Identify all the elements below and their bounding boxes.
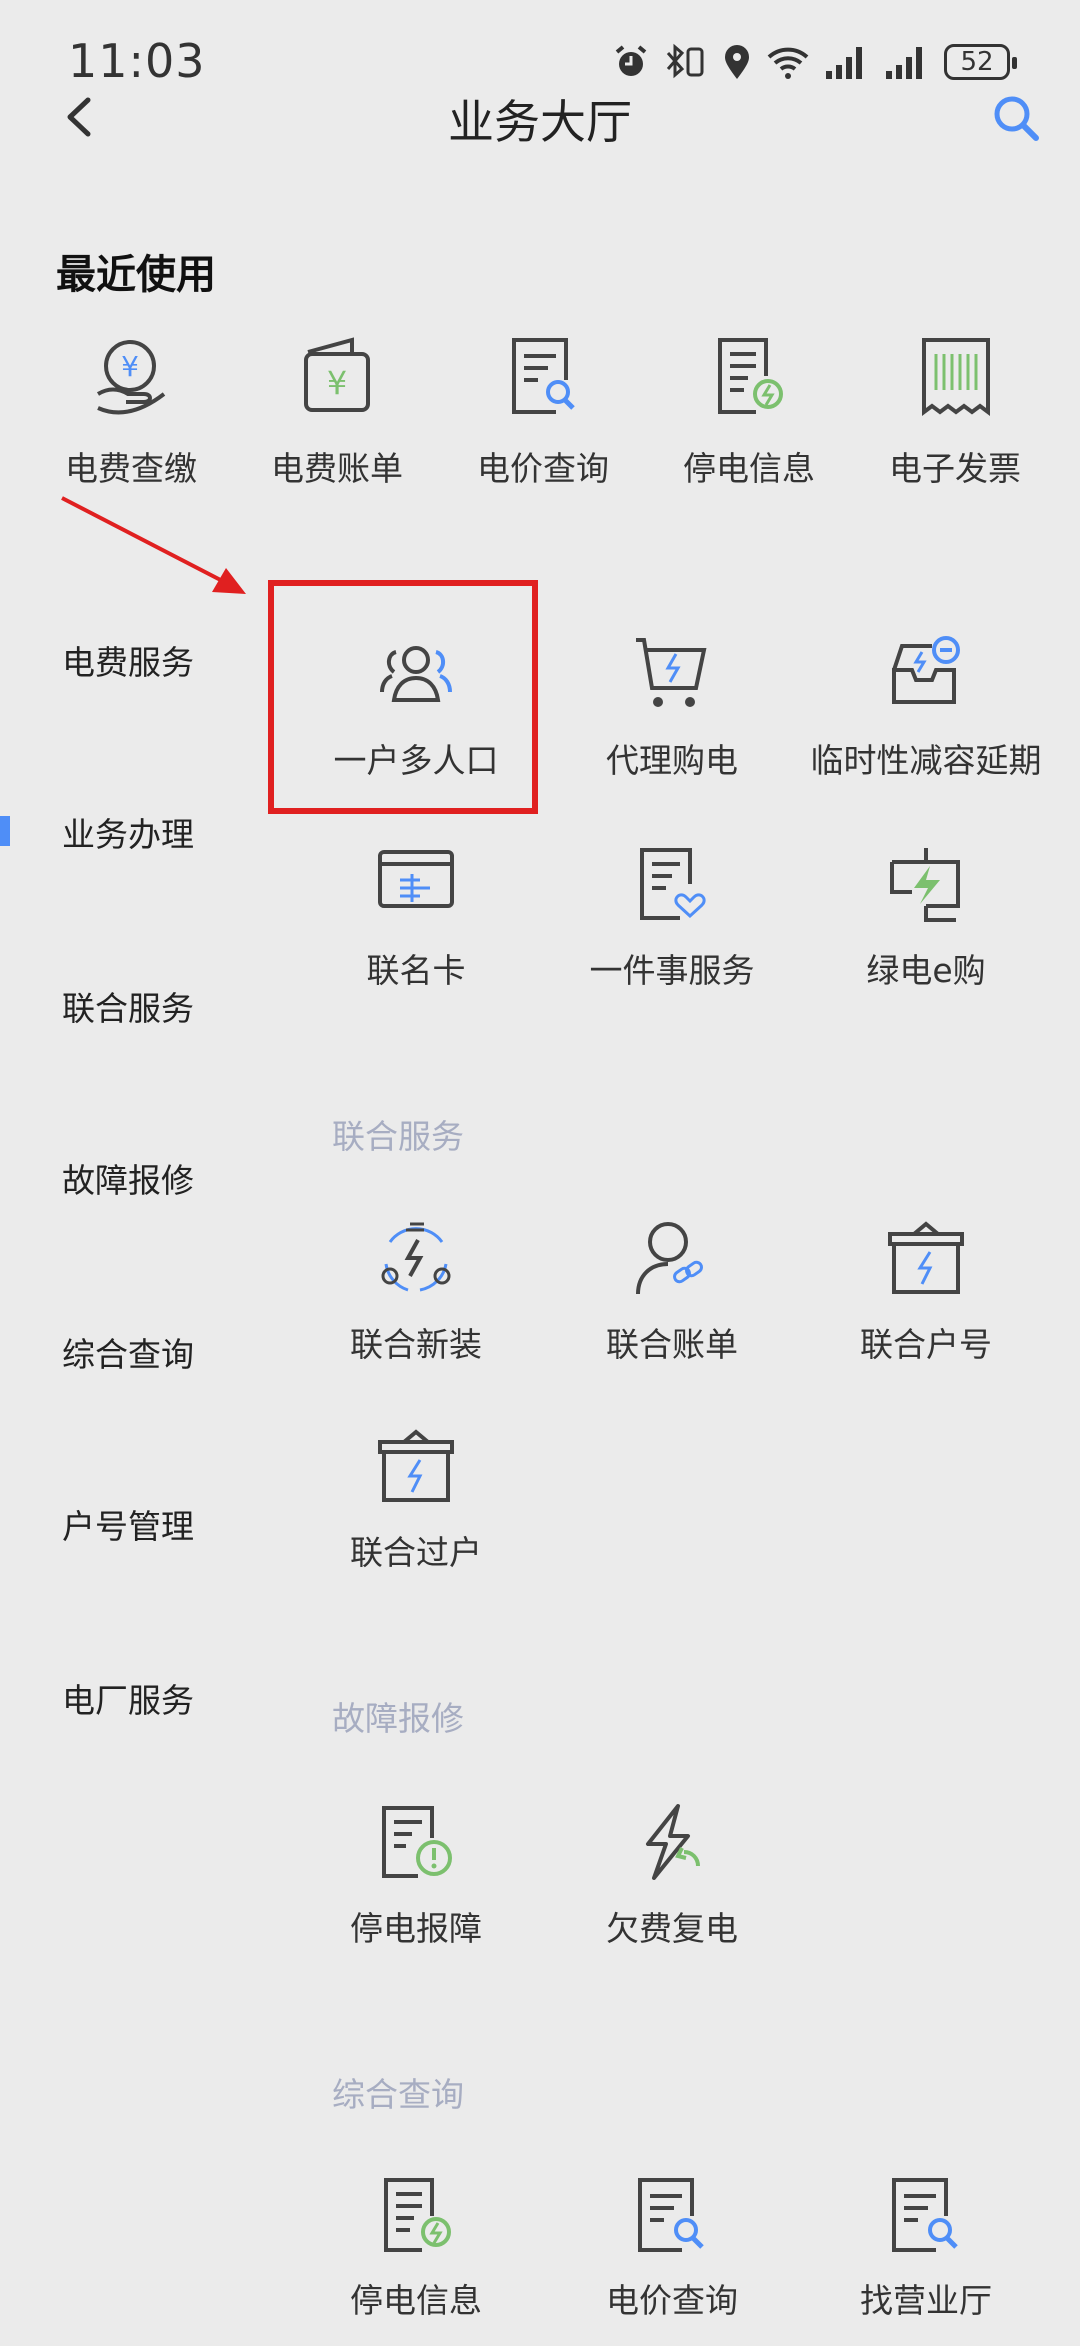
users-icon	[380, 646, 452, 702]
battery-level: 52	[960, 47, 994, 77]
sidebar-item-fee-service[interactable]: 电费服务	[62, 636, 194, 684]
grid-item-label: 联合户号	[860, 1325, 992, 1364]
sidebar-item-query[interactable]: 综合查询	[62, 1328, 194, 1376]
tray-minus-icon	[892, 636, 960, 704]
status-time: 11:03	[68, 34, 206, 88]
grid-item-label: 找营业厅	[860, 2281, 992, 2320]
sidebar-item-business[interactable]: 业务办理	[62, 808, 194, 856]
annotation-arrow	[61, 496, 246, 594]
grid-item-joint-account[interactable]: 联合户号	[798, 1220, 1054, 1390]
wifi-icon	[767, 47, 809, 79]
cycle-bolt-icon	[381, 1222, 451, 1292]
grid-item-temporary-reduction[interactable]: 临时性减容延期	[798, 636, 1054, 806]
query-section-title: 综合查询	[332, 2075, 464, 2114]
wallet-yuan-icon: ¥	[304, 337, 370, 412]
bluetooth-vibrate-icon	[666, 43, 704, 79]
recent-item-bill[interactable]: ¥ 电费账单	[234, 332, 440, 492]
user-link-icon	[636, 1222, 703, 1295]
invoice-barcode-icon	[922, 338, 990, 416]
sidebar-item-joint-service[interactable]: 联合服务	[62, 982, 194, 1030]
joint-section-title: 联合服务	[332, 1117, 464, 1156]
doc-search-icon	[638, 2178, 704, 2252]
sidebar-item-repair[interactable]: 故障报修	[62, 1154, 194, 1202]
bolt-return-icon	[646, 1804, 700, 1880]
doc-alert-icon	[382, 1806, 452, 1878]
page-title: 业务大厅	[448, 95, 632, 149]
sidebar-active-indicator	[0, 816, 10, 846]
recent-item-label: 电费账单	[271, 449, 403, 488]
box-bolt-icon	[888, 1221, 964, 1294]
grid-item-green-power[interactable]: 绿电e购	[798, 846, 1054, 1016]
cart-bolt-icon	[636, 638, 707, 707]
grid-item-find-hall[interactable]: 找营业厅	[798, 2176, 1054, 2346]
doc-heart-icon	[640, 848, 706, 920]
recent-item-bill-pay[interactable]: ¥ 电费查缴	[28, 332, 234, 492]
recent-item-price-query[interactable]: 电价查询	[440, 332, 646, 492]
yuan-hand-icon: ¥	[96, 340, 166, 415]
doc-bolt-icon	[718, 338, 783, 414]
signal-icon	[826, 47, 862, 79]
alarm-icon	[615, 45, 647, 76]
recent-item-label: 电费查缴	[65, 449, 197, 488]
svg-text:¥: ¥	[327, 364, 347, 402]
recent-item-label: 电价查询	[477, 449, 609, 488]
svg-text:¥: ¥	[121, 350, 139, 383]
sidebar-item-plant[interactable]: 电厂服务	[62, 1674, 194, 1722]
card-icon	[378, 850, 454, 908]
grid-item-label: 联合过户	[350, 1533, 482, 1572]
green-bolt-icon	[890, 848, 960, 922]
doc-search-icon	[892, 2178, 958, 2252]
doc-search-icon	[512, 338, 575, 414]
battery-icon: 52	[944, 44, 1017, 80]
grid-item-joint-transfer[interactable]: 联合过户	[288, 1428, 544, 1598]
grid-item-label: 绿电e购	[866, 951, 986, 990]
recent-item-outage-info[interactable]: 停电信息	[646, 332, 852, 492]
sidebar-item-account[interactable]: 户号管理	[62, 1500, 194, 1548]
recent-item-e-invoice[interactable]: 电子发票	[852, 332, 1058, 492]
repair-section-title: 故障报修	[332, 1699, 464, 1738]
grid-item-arrears-restore[interactable]: 欠费复电	[544, 1804, 800, 1974]
recent-section-title: 最近使用	[56, 252, 216, 298]
grid-item-label: 临时性减容延期	[810, 741, 1042, 780]
recent-item-label: 电子发票	[889, 449, 1021, 488]
grid-item-label: 欠费复电	[606, 1909, 738, 1948]
box-bolt-icon	[378, 1429, 454, 1502]
signal-icon-2	[886, 47, 922, 79]
location-icon	[725, 45, 749, 79]
status-icons: 52	[612, 38, 1017, 86]
doc-bolt-icon	[384, 2178, 451, 2252]
recent-item-label: 停电信息	[683, 449, 815, 488]
search-icon[interactable]	[988, 90, 1044, 146]
